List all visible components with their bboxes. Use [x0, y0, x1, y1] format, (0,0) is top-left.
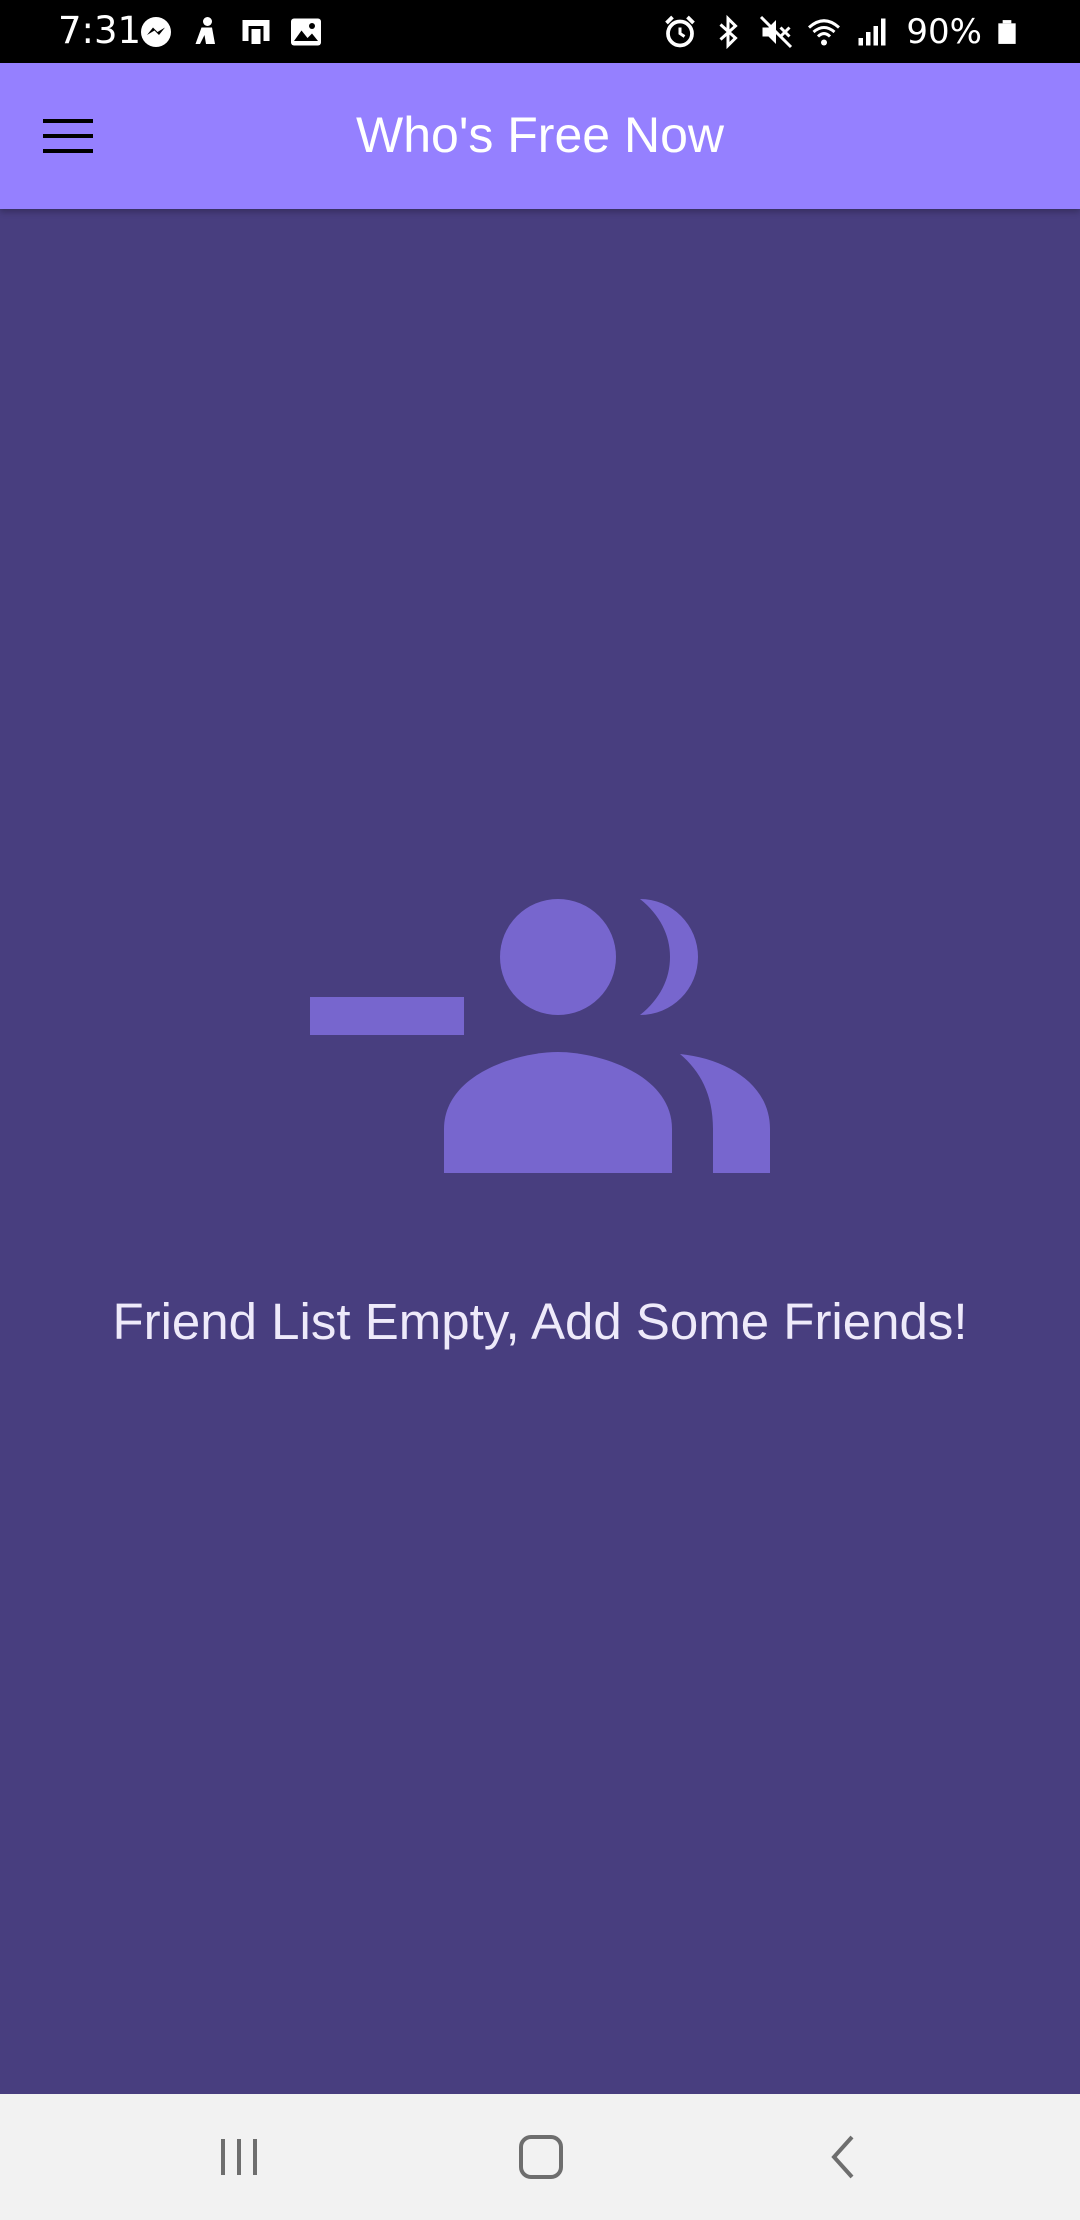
back-icon — [831, 2135, 854, 2179]
home-icon — [519, 2135, 563, 2179]
status-left-icons — [138, 12, 324, 52]
wifi-icon — [808, 19, 841, 46]
back-button[interactable] — [803, 2117, 883, 2197]
status-time: 7:31 — [58, 9, 142, 52]
recents-icon — [221, 2139, 257, 2175]
bluetooth-icon — [719, 14, 739, 50]
empty-message: Friend List Empty, Add Some Friends! — [112, 1293, 968, 1350]
screen: 7:31 90% Who's Free Now Friend List Empt… — [0, 0, 1080, 2220]
notification-icon — [195, 17, 215, 44]
remove-friends-icon — [310, 899, 770, 1173]
status-right-icons: 90% — [662, 10, 1020, 54]
battery-percent: 90% — [906, 12, 982, 52]
battery-icon — [998, 20, 1016, 44]
empty-state: Friend List Empty, Add Some Friends! — [0, 209, 1080, 2094]
signal-icon — [858, 18, 886, 46]
status-bar: 7:31 90% — [0, 0, 1080, 63]
recents-button[interactable] — [199, 2117, 279, 2197]
clipboard-icon — [242, 20, 270, 47]
messenger-icon — [141, 17, 171, 47]
nav-bar — [0, 2094, 1080, 2220]
alarm-icon — [665, 15, 696, 48]
mute-icon — [760, 15, 793, 49]
home-button[interactable] — [501, 2117, 581, 2197]
gallery-icon — [291, 18, 321, 46]
app-title: Who's Free Now — [356, 107, 724, 163]
app-bar: Who's Free Now — [0, 63, 1080, 209]
